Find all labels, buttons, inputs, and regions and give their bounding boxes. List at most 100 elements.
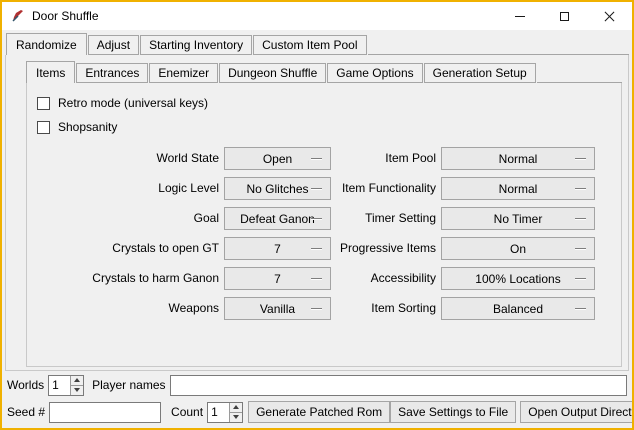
progressive-items-label: Progressive Items [336,237,436,260]
titlebar: Door Shuffle [2,2,632,30]
inner-tab-filler [537,61,622,83]
worlds-label: Worlds [7,378,44,392]
tab-custom-item-pool[interactable]: Custom Item Pool [253,35,366,55]
dropdown-indicator-icon [575,218,586,220]
randomize-pane: Items Entrances Enemizer Dungeon Shuffle… [5,55,629,371]
timer-setting-value: No Timer [494,212,543,226]
item-sorting-dropdown[interactable]: Balanced [441,297,595,320]
worlds-spinner-arrows [70,376,83,395]
up-arrow-icon [233,405,239,409]
dropdown-indicator-icon [575,308,586,310]
item-functionality-label: Item Functionality [336,177,436,200]
dropdown-indicator-icon [311,248,322,250]
outer-tab-bar: Randomize Adjust Starting Inventory Cust… [5,33,629,55]
timer-setting-dropdown[interactable]: No Timer [441,207,595,230]
retro-mode-row: Retro mode (universal keys) [37,93,613,113]
goal-dropdown[interactable]: Defeat Ganon [224,207,331,230]
tab-game-options[interactable]: Game Options [327,63,422,83]
tab-adjust[interactable]: Adjust [88,35,139,55]
accessibility-value: 100% Locations [475,272,560,286]
dropdown-indicator-icon [311,218,322,220]
outer-tab-filler [368,33,630,55]
close-icon [604,11,615,22]
tab-dungeon-shuffle[interactable]: Dungeon Shuffle [219,63,326,83]
item-functionality-value: Normal [499,182,538,196]
tab-randomize[interactable]: Randomize [6,33,87,55]
accessibility-dropdown[interactable]: 100% Locations [441,267,595,290]
retro-mode-label: Retro mode (universal keys) [58,96,208,110]
items-pane: Retro mode (universal keys) Shopsanity W… [26,83,622,367]
accessibility-label: Accessibility [336,267,436,290]
tab-entrances[interactable]: Entrances [76,63,148,83]
dropdown-indicator-icon [311,278,322,280]
window-title: Door Shuffle [32,9,99,23]
weapons-dropdown[interactable]: Vanilla [224,297,331,320]
app-icon [10,8,26,24]
tab-enemizer[interactable]: Enemizer [149,63,218,83]
player-names-label: Player names [92,378,165,392]
logic-level-value: No Glitches [246,182,308,196]
goal-value: Defeat Ganon [240,212,315,226]
crystals-harm-ganon-label: Crystals to harm Ganon [35,267,219,290]
close-button[interactable] [587,2,632,30]
count-label: Count [171,405,203,419]
down-arrow-icon [74,388,80,392]
world-state-dropdown[interactable]: Open [224,147,331,170]
up-arrow-icon [74,378,80,382]
dropdown-indicator-icon [575,158,586,160]
minimize-icon [515,16,525,17]
item-pool-value: Normal [499,152,538,166]
item-sorting-value: Balanced [493,302,543,316]
dropdown-indicator-icon [311,308,322,310]
progressive-items-dropdown[interactable]: On [441,237,595,260]
dropdown-indicator-icon [575,278,586,280]
seed-row: Seed # Count Generate Patched Rom Save S… [7,401,627,423]
weapons-value: Vanilla [260,302,295,316]
shopsanity-row: Shopsanity [37,117,613,137]
tab-generation-setup[interactable]: Generation Setup [424,63,536,83]
timer-setting-label: Timer Setting [336,207,436,230]
weapons-label: Weapons [35,297,219,320]
inner-tab-bar: Items Entrances Enemizer Dungeon Shuffle… [26,61,622,83]
logic-level-dropdown[interactable]: No Glitches [224,177,331,200]
count-down-button[interactable] [229,412,242,422]
crystals-open-gt-dropdown[interactable]: 7 [224,237,331,260]
count-input[interactable] [208,403,229,422]
logic-level-label: Logic Level [35,177,219,200]
world-state-label: World State [35,147,219,170]
crystals-open-gt-label: Crystals to open GT [35,237,219,260]
maximize-button[interactable] [542,2,587,30]
save-settings-button[interactable]: Save Settings to File [390,401,516,423]
count-spinner [207,402,243,423]
seed-label: Seed # [7,405,45,419]
shopsanity-label: Shopsanity [58,120,117,134]
dropdown-indicator-icon [575,248,586,250]
item-sorting-label: Item Sorting [336,297,436,320]
crystals-harm-ganon-dropdown[interactable]: 7 [224,267,331,290]
tab-items[interactable]: Items [26,61,75,83]
item-pool-dropdown[interactable]: Normal [441,147,595,170]
worlds-down-button[interactable] [70,385,83,395]
seed-input[interactable] [49,402,161,423]
open-output-directory-button[interactable]: Open Output Directory [520,401,634,423]
dropdown-indicator-icon [575,188,586,190]
worlds-input[interactable] [49,376,70,395]
worlds-up-button[interactable] [70,376,83,385]
maximize-icon [560,12,569,21]
window-content: Randomize Adjust Starting Inventory Cust… [2,30,632,428]
crystals-open-gt-value: 7 [274,242,281,256]
worlds-spinner [48,375,84,396]
shopsanity-checkbox[interactable] [37,121,50,134]
minimize-button[interactable] [497,2,542,30]
dropdown-indicator-icon [311,188,322,190]
tab-starting-inventory[interactable]: Starting Inventory [140,35,252,55]
down-arrow-icon [233,415,239,419]
dropdown-indicator-icon [311,158,322,160]
bottom-bar: Worlds Player names Seed # Count [2,371,632,428]
item-functionality-dropdown[interactable]: Normal [441,177,595,200]
item-pool-label: Item Pool [336,147,436,170]
generate-patched-rom-button[interactable]: Generate Patched Rom [248,401,390,423]
player-names-input[interactable] [170,375,628,396]
count-up-button[interactable] [229,403,242,412]
retro-mode-checkbox[interactable] [37,97,50,110]
